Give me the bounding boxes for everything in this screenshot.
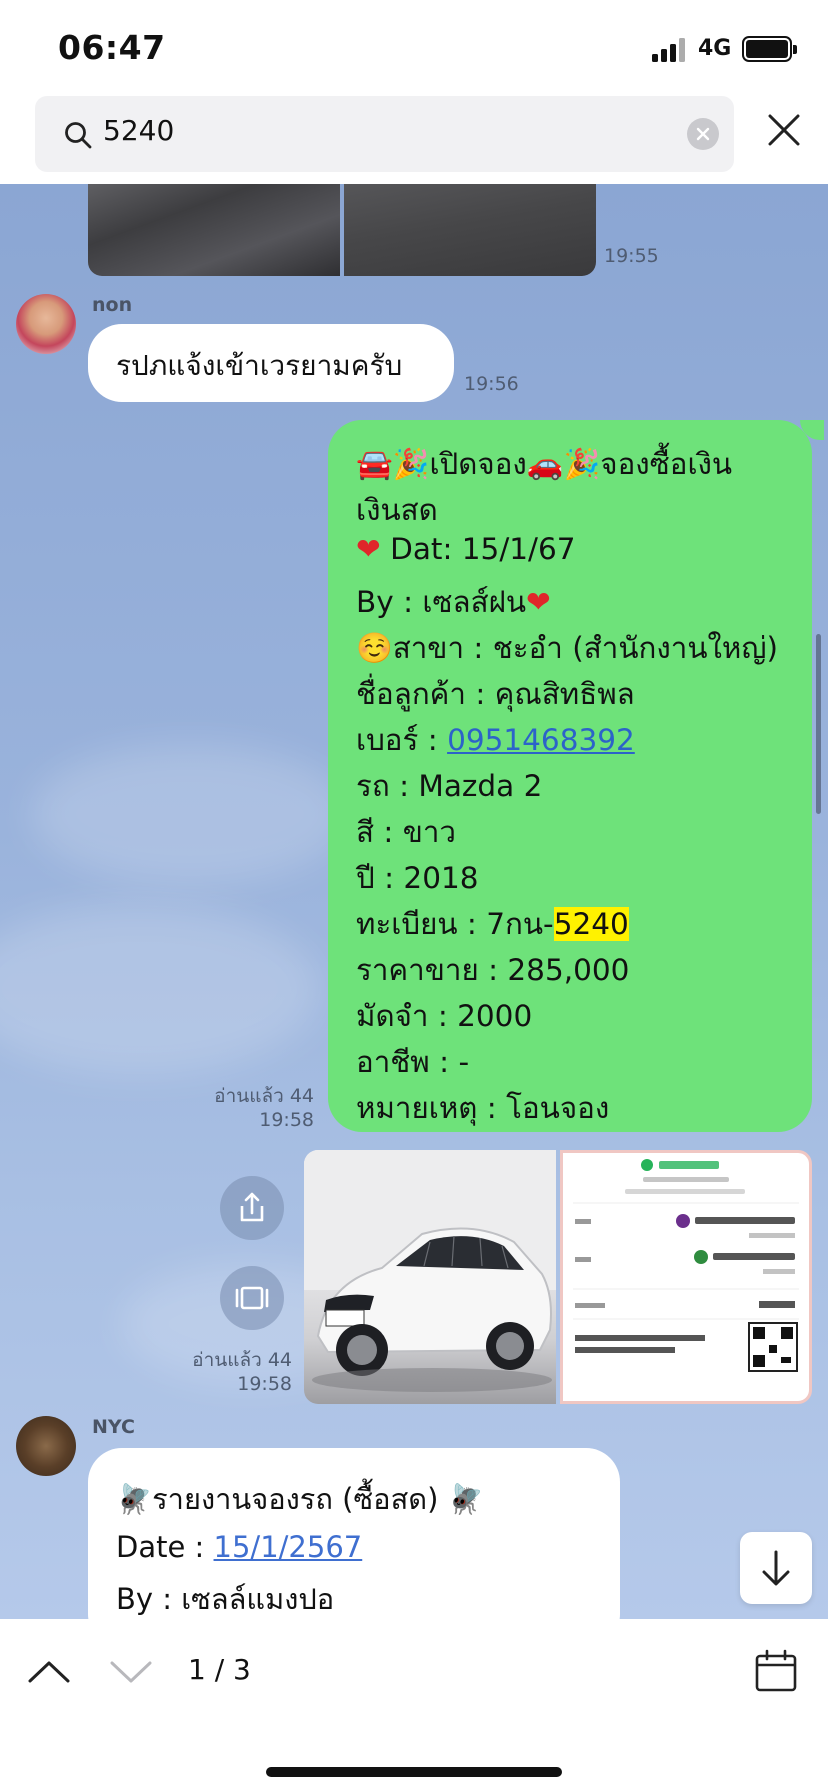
network-type: 4G — [698, 36, 732, 61]
heart-icon: ❤ — [356, 532, 381, 566]
message-line: มัดจำ : 2000 — [356, 999, 533, 1033]
message-line: ❤ Dat: 15/1/67 — [356, 532, 576, 566]
search-nav-bar: 1 / 3 — [0, 1619, 828, 1792]
message-time: 19:55 — [604, 245, 659, 267]
signal-icon — [652, 38, 688, 62]
search-input[interactable]: 5240 — [35, 96, 734, 172]
battery-icon — [742, 36, 797, 62]
share-icon — [240, 1192, 264, 1222]
message-line: 🪰รายงานจองรถ (ซื้อสด) 🪰 — [116, 1482, 484, 1516]
message-line: เงินสด — [356, 493, 438, 527]
message-time: 19:58 — [237, 1373, 292, 1395]
message-line: สี : ขาว — [356, 815, 456, 849]
home-indicator[interactable] — [266, 1767, 562, 1777]
message-time: 19:58 — [259, 1109, 314, 1131]
transfer-slip-illustration — [573, 1159, 799, 1372]
date-link[interactable]: 15/1/2567 — [214, 1530, 363, 1564]
avatar[interactable] — [16, 1416, 76, 1476]
photo-message[interactable] — [88, 184, 596, 276]
message-line: ชื่อลูกค้า : คุณสิทธิพล — [356, 677, 635, 711]
message-line: ราคาขาย : 285,000 — [356, 953, 630, 987]
message-line: ☺️สาขา : ชะอำ (สำนักงานใหญ่) — [356, 631, 778, 665]
share-button[interactable] — [220, 1176, 284, 1240]
close-search-button[interactable] — [766, 112, 802, 148]
search-query: 5240 — [103, 114, 175, 147]
search-icon — [65, 122, 92, 149]
arrow-down-icon — [762, 1550, 790, 1586]
message-text: รปภแจ้งเข้าเวรยามครับ — [116, 349, 403, 382]
message-line: 🚘🎉เปิดจอง🚗🎉จองซื้อเงิน — [356, 447, 733, 481]
car-illustration — [304, 1150, 556, 1392]
message-line: Date : 15/1/2567 — [116, 1530, 363, 1564]
read-receipt: อ่านแล้ว 44 — [192, 1349, 292, 1371]
message-line: อาชีพ : - — [356, 1045, 470, 1079]
gallery-icon — [235, 1286, 269, 1310]
transfer-slip-photo[interactable] — [560, 1150, 812, 1404]
next-result-button[interactable] — [108, 1657, 154, 1687]
sender-name: non — [92, 294, 133, 316]
result-counter: 1 / 3 — [188, 1653, 251, 1686]
car-photo[interactable] — [304, 1150, 556, 1404]
phone-link[interactable]: 0951468392 — [447, 723, 635, 757]
scrollbar[interactable] — [816, 634, 821, 814]
message-bubble[interactable]: 🪰รายงานจองรถ (ซื้อสด) 🪰 Date : 15/1/2567… — [88, 1448, 620, 1619]
message-bubble[interactable]: รปภแจ้งเข้าเวรยามครับ — [88, 324, 454, 402]
status-time: 06:47 — [58, 28, 166, 67]
heart-icon: ❤ — [526, 585, 551, 619]
sent-message-bubble[interactable]: 🚘🎉เปิดจอง🚗🎉จองซื้อเงิน เงินสด ❤ Dat: 15/… — [328, 420, 812, 1132]
photo-thumbnail[interactable] — [88, 184, 340, 276]
scroll-to-bottom-button[interactable] — [740, 1532, 812, 1604]
message-line: ปี : 2018 — [356, 861, 479, 895]
status-bar: 06:47 4G — [0, 0, 828, 96]
search-header: 5240 — [0, 96, 828, 184]
message-line: หมายเหตุ : โอนจอง — [356, 1091, 610, 1125]
calendar-button[interactable] — [754, 1649, 798, 1693]
message-line: ทะเบียน : 7กน-5240 — [356, 907, 629, 941]
search-match-highlight: 5240 — [553, 907, 629, 941]
clear-icon — [696, 127, 710, 141]
read-receipt: อ่านแล้ว 44 — [214, 1085, 314, 1107]
message-line: By : เซลล์แมงปอ — [116, 1582, 335, 1616]
sender-name: NYC — [92, 1416, 135, 1438]
message-line: เบอร์ : 0951468392 — [356, 723, 635, 757]
message-time: 19:56 — [464, 373, 519, 395]
chat-area[interactable]: 19:55 non รปภแจ้งเข้าเวรยามครับ 19:56 🚘🎉… — [0, 184, 828, 1619]
previous-result-button[interactable] — [26, 1657, 72, 1687]
message-line: รถ : Mazda 2 — [356, 769, 543, 803]
clear-search-button[interactable] — [687, 118, 719, 150]
view-all-button[interactable] — [220, 1266, 284, 1330]
photo-thumbnail[interactable] — [344, 184, 596, 276]
message-line: By : เซลส์ฝน❤ — [356, 585, 551, 619]
avatar[interactable] — [16, 294, 76, 354]
